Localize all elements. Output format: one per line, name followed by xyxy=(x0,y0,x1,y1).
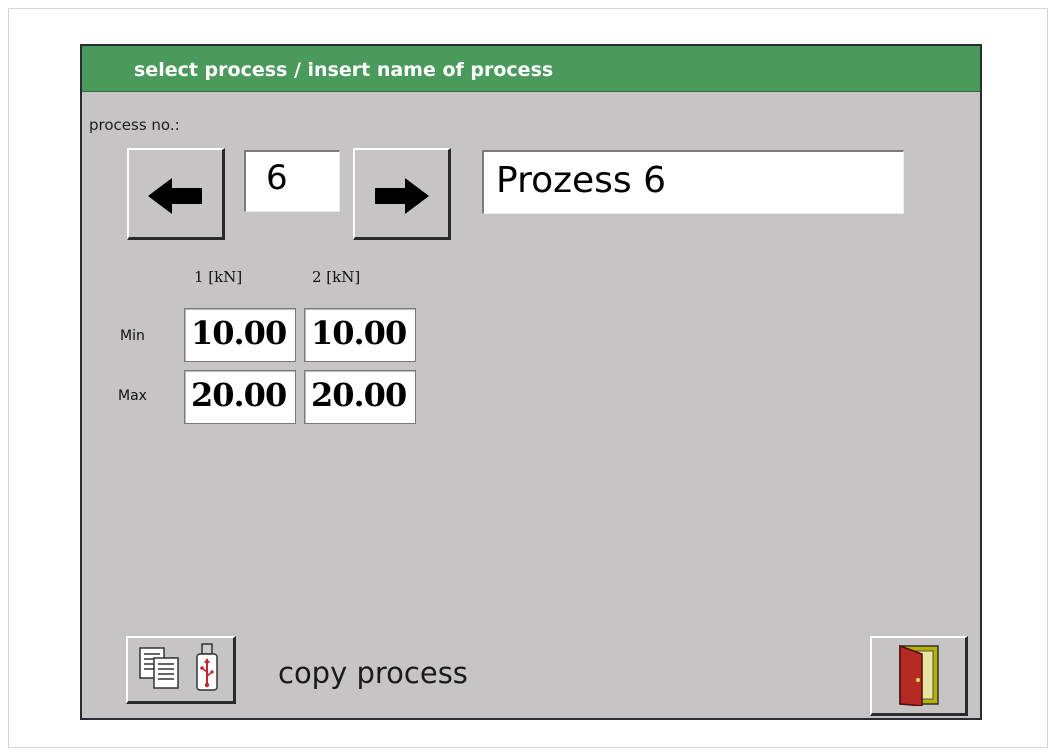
min-value-2-input[interactable]: 10.00 xyxy=(304,308,416,362)
title-bar: select process / insert name of process xyxy=(82,46,980,92)
copy-process-button[interactable] xyxy=(126,636,236,704)
max-value-2-input[interactable]: 20.00 xyxy=(304,370,416,424)
min-row-label: Min xyxy=(120,328,145,344)
arrow-right-icon xyxy=(375,178,429,214)
arrow-left-icon xyxy=(148,178,202,214)
exit-button[interactable] xyxy=(870,636,968,716)
next-process-button[interactable] xyxy=(353,148,451,240)
column-header-2: 2 [kN] xyxy=(312,268,361,286)
min-value-1-input[interactable]: 10.00 xyxy=(184,308,296,362)
process-number-field[interactable]: 6 xyxy=(244,150,340,212)
process-panel: select process / insert name of process … xyxy=(80,44,982,720)
exit-door-icon xyxy=(899,644,939,706)
copy-to-usb-icon xyxy=(139,643,218,691)
column-header-1: 1 [kN] xyxy=(194,268,243,286)
max-value-1-input[interactable]: 20.00 xyxy=(184,370,296,424)
page-title: select process / insert name of process xyxy=(134,59,554,81)
process-number-label: process no.: xyxy=(89,116,180,134)
process-name-input[interactable]: Prozess 6 xyxy=(482,150,904,214)
previous-process-button[interactable] xyxy=(127,148,225,240)
max-row-label: Max xyxy=(118,388,147,404)
copy-process-label: copy process xyxy=(278,656,468,690)
